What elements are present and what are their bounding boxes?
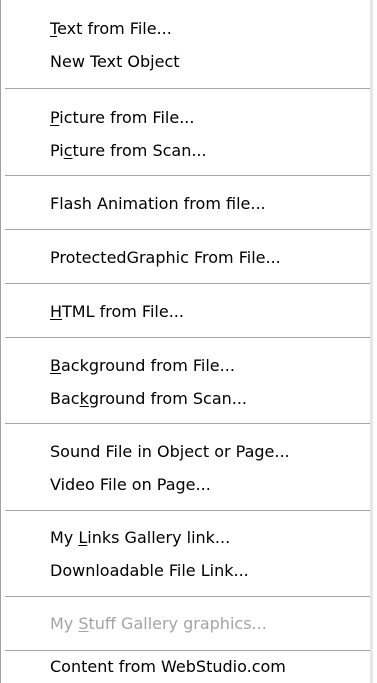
menu-item-label-post: ture from Scan...	[72, 141, 207, 160]
menu-item-label-pre: Flash Animation from file...	[50, 194, 266, 213]
menu-item-label-pre: My	[50, 528, 79, 547]
menu-item-html-from-file[interactable]: HTML from File...	[50, 298, 184, 326]
menu-item-label-post: ext from File...	[57, 19, 172, 38]
menu-item-label-post: inks Gallery link...	[87, 528, 231, 547]
menu-item-label-pre: Downloadable File Link...	[50, 561, 249, 580]
menu-item-label-pre: Sound File in Object or Page...	[50, 442, 290, 461]
insert-context-menu: Text from File... New Text Object Pictur…	[0, 0, 373, 683]
menu-item-downloadable-file-link[interactable]: Downloadable File Link...	[50, 557, 249, 585]
menu-item-label-pre: Pi	[50, 141, 64, 160]
menu-item-flash-animation-from-file[interactable]: Flash Animation from file...	[50, 190, 266, 218]
menu-item-my-links-gallery-link[interactable]: My Links Gallery link...	[50, 524, 230, 552]
menu-item-label-pre: ProtectedGraphic From File...	[50, 248, 281, 267]
menu-separator	[5, 337, 370, 339]
menu-item-label-pre: Video File on Page...	[50, 475, 211, 494]
menu-separator	[5, 423, 370, 425]
menu-item-my-stuff-gallery-graphics: My Stuff Gallery graphics...	[50, 610, 267, 638]
menu-item-picture-from-file[interactable]: Picture from File...	[50, 104, 194, 132]
menu-separator	[5, 510, 370, 512]
menu-separator	[5, 229, 370, 231]
menu-item-label-post: ackground from File...	[60, 356, 235, 375]
menu-item-background-from-file[interactable]: Background from File...	[50, 352, 235, 380]
menu-item-picture-from-scan[interactable]: Picture from Scan...	[50, 137, 207, 165]
menu-item-video-file[interactable]: Video File on Page...	[50, 471, 211, 499]
menu-item-mnemonic: c	[63, 141, 73, 160]
menu-item-label-pre: Bac	[50, 389, 80, 408]
menu-item-label-post: icture from File...	[59, 108, 195, 127]
menu-item-mnemonic: P	[50, 108, 60, 127]
menu-item-label-post: tuff Gallery graphics...	[88, 614, 267, 633]
menu-item-content-from-webstudio[interactable]: Content from WebStudio.com	[50, 653, 286, 681]
menu-item-mnemonic: k	[79, 389, 89, 408]
menu-separator	[5, 175, 370, 177]
menu-item-label-post: ground from Scan...	[88, 389, 248, 408]
menu-item-sound-file[interactable]: Sound File in Object or Page...	[50, 438, 290, 466]
menu-item-text-from-file[interactable]: Text from File...	[50, 15, 172, 43]
menu-item-background-from-scan[interactable]: Background from Scan...	[50, 385, 247, 413]
menu-item-protected-graphic-from-file[interactable]: ProtectedGraphic From File...	[50, 244, 281, 272]
menu-item-label-pre: My	[50, 614, 79, 633]
menu-item-label-post: TML from File...	[62, 302, 184, 321]
menu-separator	[5, 650, 370, 652]
menu-item-mnemonic: L	[78, 528, 88, 547]
menu-item-label-pre: Content from WebStudio.com	[50, 657, 286, 676]
menu-separator	[5, 283, 370, 285]
menu-item-mnemonic: T	[50, 19, 58, 38]
menu-item-new-text-object[interactable]: New Text Object	[50, 48, 180, 76]
menu-separator	[5, 88, 370, 90]
menu-item-mnemonic: S	[78, 614, 89, 633]
menu-separator	[5, 596, 370, 598]
menu-item-mnemonic: B	[50, 356, 61, 375]
menu-item-label-pre: New Text Object	[50, 52, 180, 71]
menu-item-mnemonic: H	[50, 302, 63, 321]
